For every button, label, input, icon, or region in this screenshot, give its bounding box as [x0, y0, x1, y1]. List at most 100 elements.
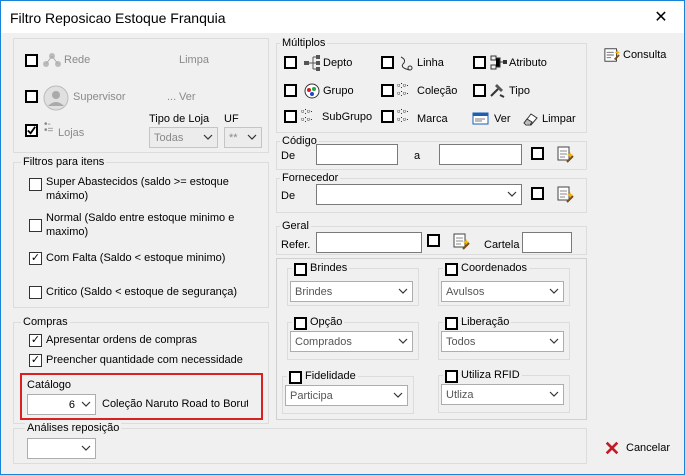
consulta-button[interactable]: Consulta — [602, 46, 672, 66]
rfid-checkbox[interactable] — [445, 370, 458, 383]
multiplos-title: Múltiplos — [280, 37, 328, 49]
liberacao-select[interactable]: Todos — [441, 331, 564, 352]
depto-checkbox[interactable] — [284, 56, 297, 69]
chevron-down-icon — [397, 285, 409, 297]
tipo-loja-select[interactable]: Todas — [149, 127, 218, 148]
ordens-label: Apresentar ordens de compras — [46, 334, 198, 346]
query-report-icon — [604, 48, 620, 62]
fornecedor-select[interactable] — [316, 184, 522, 205]
fornecedor-checkbox[interactable] — [531, 187, 544, 200]
linha-checkbox[interactable] — [381, 56, 394, 69]
linha-label: Linha — [417, 57, 444, 69]
critico-checkbox[interactable] — [29, 286, 42, 299]
critico-label: Critico (Saldo < estoque de segurança) — [46, 286, 238, 298]
coordenados-select[interactable]: Avulsos — [441, 281, 564, 302]
close-icon[interactable]: ✕ — [638, 1, 684, 32]
ver-link[interactable]: Ver — [179, 91, 196, 103]
uf-label: UF — [224, 113, 239, 125]
chevron-down-icon — [548, 285, 560, 297]
analises-title: Análises reposição — [25, 422, 122, 434]
subgrupo-checkbox[interactable] — [284, 110, 297, 123]
filtros-title: Filtros para itens — [21, 156, 107, 168]
cancelar-button[interactable]: Cancelar — [602, 438, 672, 458]
brindes-checkbox[interactable] — [294, 263, 307, 276]
liberacao-checkbox[interactable] — [445, 317, 458, 330]
fornecedor-de-label: De — [281, 190, 296, 202]
brindes-select[interactable]: Brindes — [290, 281, 413, 302]
title-bar: Filtro Reposicao Estoque Franquia ✕ — [1, 1, 684, 33]
opcao-select[interactable]: Comprados — [290, 331, 413, 352]
codigo-de-label: De — [281, 150, 296, 162]
codigo-ate-input[interactable] — [439, 144, 522, 165]
codigo-search-wand-icon[interactable] — [557, 146, 575, 164]
fidelidade-checkbox[interactable] — [289, 371, 302, 384]
catalogo-title: Catálogo — [27, 379, 72, 391]
catalogo-select[interactable]: 6 — [27, 394, 96, 415]
compras-title: Compras — [21, 316, 70, 328]
chevron-down-icon — [392, 389, 404, 401]
chevron-down-icon — [548, 335, 560, 347]
hierarchy-icon — [304, 55, 320, 71]
supervisor-icon — [43, 85, 69, 111]
tipo-checkbox[interactable] — [473, 84, 486, 97]
chevron-down-icon — [202, 131, 214, 143]
chevron-down-icon — [506, 188, 518, 200]
window-title: Filtro Reposicao Estoque Franquia — [10, 10, 226, 26]
chevron-down-icon — [246, 131, 258, 143]
lojas-checkbox[interactable] — [25, 124, 38, 137]
supervisor-checkbox[interactable] — [25, 90, 38, 103]
collection-icon: ▫:▫· ▫:▫· — [397, 80, 409, 98]
com-falta-checkbox[interactable]: ✓ — [29, 252, 42, 265]
rfid-select[interactable]: Utliza — [441, 384, 564, 405]
network-icon — [43, 53, 61, 67]
view-window-icon[interactable] — [472, 110, 490, 128]
line-icon — [400, 56, 413, 71]
eraser-icon[interactable] — [521, 110, 539, 128]
refer-input[interactable] — [316, 232, 422, 253]
analises-select[interactable] — [27, 438, 96, 459]
rede-label: Rede — [64, 54, 91, 66]
fornecedor-title: Fornecedor — [280, 172, 341, 184]
cartela-label: Cartela — [484, 239, 520, 251]
fidelidade-select[interactable]: Participa — [285, 385, 408, 406]
supervisor-label: Supervisor — [73, 91, 126, 103]
marca-label: Marca — [417, 113, 448, 125]
depto-label: Depto — [323, 57, 353, 69]
colecao-checkbox[interactable] — [381, 84, 394, 97]
cancel-x-icon — [605, 441, 619, 455]
preencher-label: Preencher quantidade com necessidade — [46, 354, 243, 366]
catalogo-name: Coleção Naruto Road to Boruto — [102, 398, 248, 410]
subgrupo-label: SubGrupo — [322, 111, 373, 123]
normal-checkbox[interactable] — [29, 219, 42, 232]
codigo-checkbox[interactable] — [531, 147, 544, 160]
filter-dialog: Filtro Reposicao Estoque Franquia ✕ Rede… — [0, 0, 685, 475]
preencher-checkbox[interactable]: ✓ — [29, 354, 42, 367]
ver-multiplos-link[interactable]: Ver — [494, 113, 511, 125]
attribute-icon — [490, 55, 507, 70]
codigo-de-input[interactable] — [316, 144, 398, 165]
codigo-a-label: a — [414, 150, 421, 162]
tipo-loja-label: Tipo de Loja — [149, 113, 210, 125]
chevron-down-icon — [80, 398, 92, 410]
ver-ellipsis[interactable]: ... — [167, 91, 176, 103]
refer-search-wand-icon[interactable] — [453, 233, 471, 251]
lojas-label: Lojas — [58, 127, 85, 139]
marca-checkbox[interactable] — [381, 110, 394, 123]
uf-select[interactable]: ** — [224, 127, 262, 148]
limpar-link[interactable]: Limpar — [542, 113, 576, 125]
cartela-input[interactable] — [522, 232, 572, 253]
rede-checkbox[interactable] — [25, 54, 38, 67]
chevron-down-icon — [397, 335, 409, 347]
coordenados-checkbox[interactable] — [445, 263, 458, 276]
ordens-checkbox[interactable]: ✓ — [29, 334, 42, 347]
limpa-link[interactable]: Limpa — [179, 54, 209, 66]
opcao-checkbox[interactable] — [294, 317, 307, 330]
fornecedor-search-wand-icon[interactable] — [557, 186, 575, 204]
atributo-checkbox[interactable] — [473, 56, 486, 69]
chevron-down-icon — [548, 388, 560, 400]
grupo-checkbox[interactable] — [284, 84, 297, 97]
colecao-label: Coleção — [417, 85, 458, 97]
refer-checkbox[interactable] — [427, 234, 440, 247]
brand-icon: ▫:▫· ▫:▫· — [397, 106, 409, 124]
super-abastecidos-checkbox[interactable] — [29, 178, 42, 191]
